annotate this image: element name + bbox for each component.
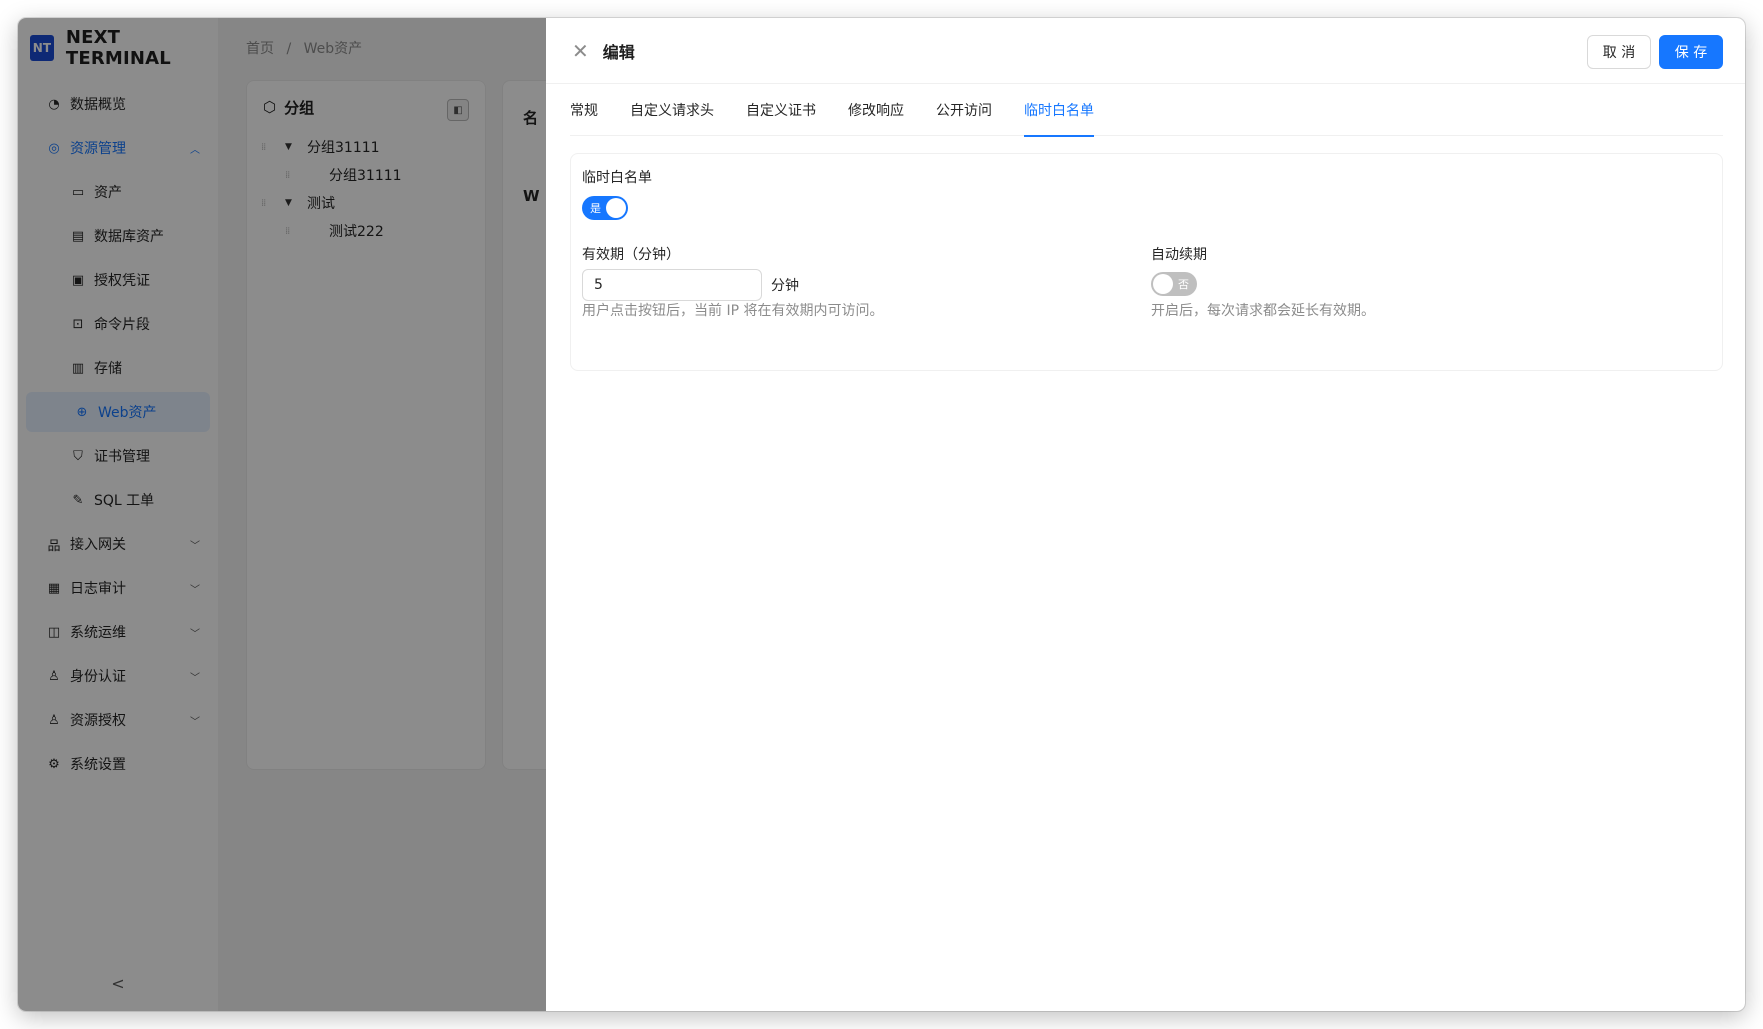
validity-label: 有效期（分钟） — [582, 247, 680, 263]
drawer-title: 编辑 — [602, 42, 635, 62]
cancel-button[interactable]: 取 消 — [1587, 35, 1651, 69]
tab-public-access[interactable]: 公开访问 — [936, 84, 992, 136]
tab-modify-response[interactable]: 修改响应 — [848, 84, 904, 136]
auto-renew-label: 自动续期 — [1151, 247, 1207, 263]
switch-knob — [1153, 274, 1173, 294]
save-button[interactable]: 保 存 — [1659, 35, 1723, 69]
switch-knob — [606, 198, 626, 218]
whitelist-switch[interactable]: 是 — [582, 196, 628, 220]
validity-suffix: 分钟 — [771, 278, 799, 294]
tab-temp-whitelist[interactable]: 临时白名单 — [1024, 84, 1094, 137]
auto-renew-switch[interactable]: 否 — [1151, 272, 1197, 296]
modal-mask-sidebar[interactable] — [18, 18, 218, 1011]
edit-drawer: ✕ 编辑 取 消 保 存 常规 自定义请求头 自定义证书 修改响应 公开访问 临… — [546, 18, 1745, 1011]
validity-input[interactable] — [582, 269, 762, 301]
tab-custom-headers[interactable]: 自定义请求头 — [630, 84, 714, 136]
whitelist-form-card: 临时白名单 是 有效期（分钟） 分钟 用户点击按钮后，当前 IP 将在有效期内可… — [570, 153, 1723, 371]
drawer-header: ✕ 编辑 取 消 保 存 — [546, 18, 1745, 84]
drawer-tabs: 常规 自定义请求头 自定义证书 修改响应 公开访问 临时白名单 — [570, 84, 1723, 137]
whitelist-label: 临时白名单 — [582, 170, 652, 186]
tab-general[interactable]: 常规 — [570, 84, 598, 136]
tab-custom-certificate[interactable]: 自定义证书 — [746, 84, 816, 136]
switch-text: 是 — [590, 202, 601, 215]
validity-help: 用户点击按钮后，当前 IP 将在有效期内可访问。 — [582, 303, 884, 319]
close-icon[interactable]: ✕ — [572, 41, 589, 61]
auto-renew-help: 开启后，每次请求都会延长有效期。 — [1151, 303, 1375, 319]
switch-text: 否 — [1178, 278, 1189, 291]
app-window: NT NEXT TERMINAL ◔ 数据概览 ◎ 资源管理 ︿ ▭ 资产 ▤ … — [18, 18, 1745, 1011]
